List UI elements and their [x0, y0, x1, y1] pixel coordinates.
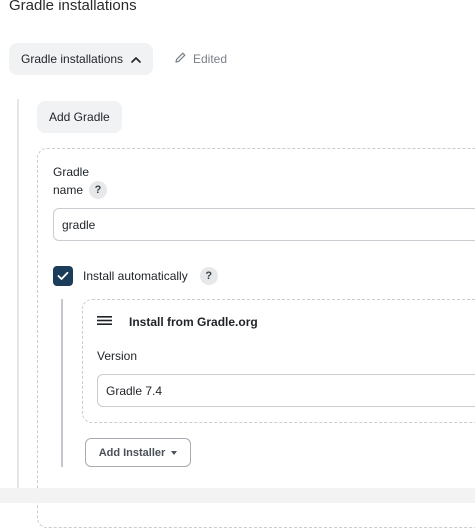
- bottom-bar: [0, 488, 475, 503]
- pencil-icon: [174, 51, 187, 67]
- add-installer-label: Add Installer: [98, 446, 166, 459]
- gradle-name-label: Gradle name ?: [53, 164, 108, 199]
- edited-label: Edited: [193, 52, 228, 66]
- gradle-name-label-line2: name: [53, 182, 84, 197]
- help-icon[interactable]: ?: [89, 181, 108, 199]
- caret-down-icon: [171, 450, 178, 455]
- gradle-name-input[interactable]: [53, 208, 475, 241]
- drag-handle-icon[interactable]: [97, 315, 112, 329]
- page-title: Gradle installations: [9, 0, 137, 14]
- version-select-value: Gradle 7.4: [106, 383, 163, 398]
- gradle-name-label-line1: Gradle: [53, 165, 90, 179]
- version-label: Version: [97, 349, 138, 363]
- edited-indicator: Edited: [174, 50, 227, 68]
- installer-header: Install from Gradle.org: [97, 315, 258, 329]
- chevron-up-icon: [131, 56, 141, 63]
- install-automatically-row: Install automatically ?: [53, 266, 218, 286]
- add-installer-button[interactable]: Add Installer: [85, 438, 191, 467]
- toggle-label: Gradle installations: [21, 52, 124, 66]
- installer-title: Install from Gradle.org: [129, 315, 258, 329]
- install-automatically-checkbox[interactable]: [53, 266, 73, 286]
- installers-rail: [61, 299, 63, 467]
- version-select[interactable]: Gradle 7.4: [97, 374, 475, 407]
- gradle-installations-toggle-button[interactable]: Gradle installations: [9, 43, 154, 75]
- help-icon[interactable]: ?: [199, 267, 218, 285]
- install-automatically-label: Install automatically: [83, 269, 188, 283]
- section-rail: [17, 99, 19, 503]
- add-gradle-button[interactable]: Add Gradle: [37, 101, 122, 133]
